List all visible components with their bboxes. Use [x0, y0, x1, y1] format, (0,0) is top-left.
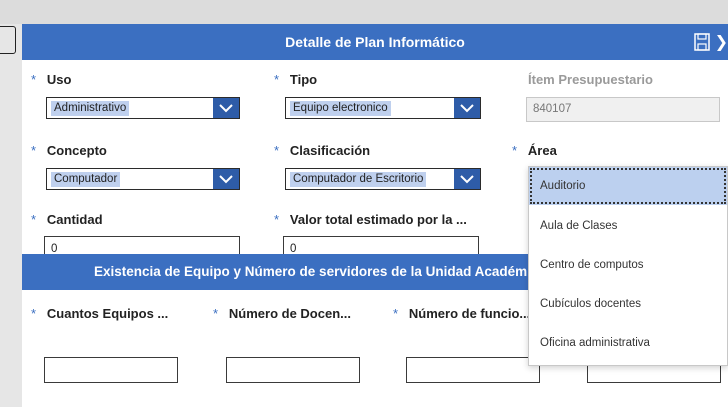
chevron-down-icon	[219, 175, 233, 184]
close-icon[interactable]: ❯	[715, 32, 728, 52]
clasificacion-value: Computador de Escritorio	[290, 172, 427, 187]
tipo-dropdown-button[interactable]	[454, 98, 480, 118]
clasificacion-label: * Clasificación	[274, 143, 371, 158]
tipo-value: Equipo electronico	[290, 101, 391, 116]
tipo-label: * Tipo	[274, 72, 318, 87]
area-dropdown-list: Auditorio Aula de Clases Centro de compu…	[528, 166, 728, 366]
left-strip	[0, 24, 22, 407]
cuantos-equipos-input[interactable]	[44, 357, 178, 383]
uso-label: * Uso	[31, 72, 72, 87]
area-option-aula[interactable]: Aula de Clases	[529, 207, 727, 245]
chevron-down-icon	[460, 175, 474, 184]
uso-dropdown-button[interactable]	[213, 98, 239, 118]
item-field: 840107	[526, 97, 720, 122]
form-header: Detalle de Plan Informático ❯	[22, 24, 728, 60]
valor-label: * Valor total estimado por la ...	[274, 212, 467, 227]
uso-value: Administrativo	[51, 101, 130, 116]
chevron-down-icon	[460, 104, 474, 113]
area-option-auditorio[interactable]: Auditorio	[529, 167, 727, 205]
numero-docentes-input[interactable]	[226, 357, 360, 383]
concepto-label: * Concepto	[31, 143, 107, 158]
cantidad-label: * Cantidad	[31, 212, 103, 227]
clasificacion-dropdown[interactable]: Computador de Escritorio	[285, 168, 481, 190]
uso-dropdown[interactable]: Administrativo	[46, 97, 240, 119]
cuantos-equipos-label: * Cuantos Equipos ...	[31, 306, 169, 321]
numero-docentes-label: * Número de Docen...	[213, 306, 351, 321]
back-button[interactable]	[0, 26, 16, 54]
top-strip	[0, 0, 728, 24]
numero-funcionarios-label: * Número de funcio...	[393, 306, 531, 321]
concepto-dropdown[interactable]: Computador	[46, 168, 240, 190]
tipo-dropdown[interactable]: Equipo electronico	[285, 97, 481, 119]
item-label: Ítem Presupuestario	[528, 72, 653, 87]
page-title: Detalle de Plan Informático	[285, 34, 465, 50]
clasificacion-dropdown-button[interactable]	[454, 169, 480, 189]
area-option-centro[interactable]: Centro de computos	[529, 246, 727, 284]
area-option-oficina[interactable]: Oficina administrativa	[529, 324, 727, 362]
save-icon[interactable]	[694, 33, 710, 51]
concepto-value: Computador	[51, 172, 121, 187]
numero-funcionarios-input[interactable]	[406, 357, 540, 383]
chevron-down-icon	[219, 104, 233, 113]
area-option-cubiculos[interactable]: Cubículos docentes	[529, 285, 727, 323]
area-label: * Área	[512, 143, 557, 158]
concepto-dropdown-button[interactable]	[213, 169, 239, 189]
